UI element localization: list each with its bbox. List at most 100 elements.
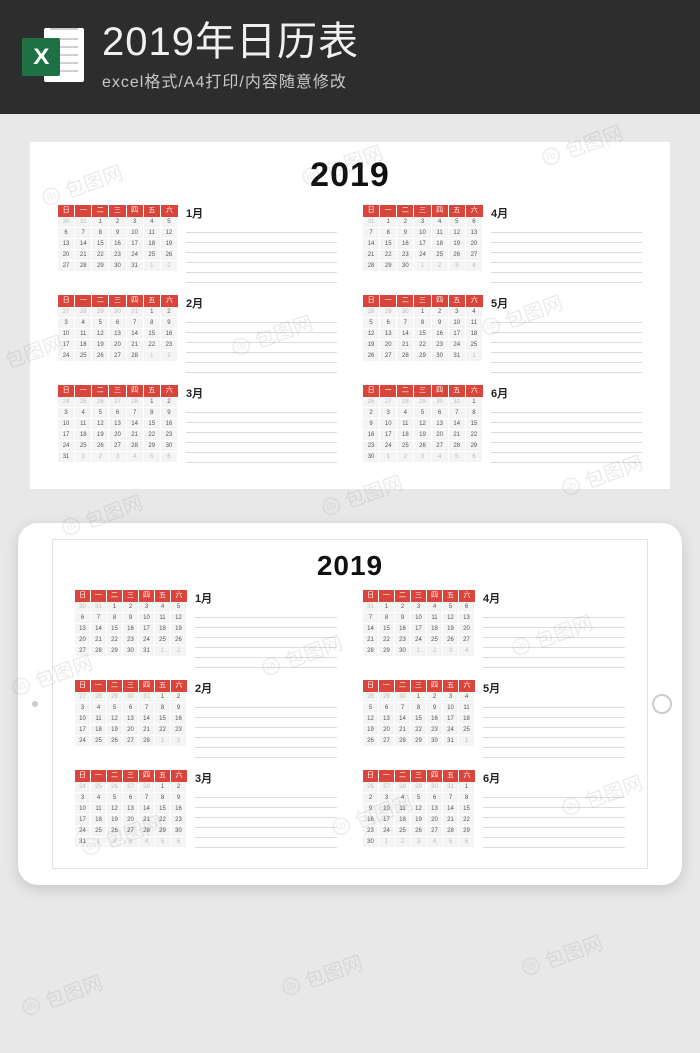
day-header: 四 [427, 680, 443, 692]
day-header: 一 [75, 205, 92, 217]
month-block: 日一二三四五六282930123456789101112131415161718… [363, 295, 642, 375]
month-notes: 4月 [491, 205, 642, 285]
month-block: 日一二三四五六282930123456789101112131415161718… [363, 680, 625, 760]
day-header: 五 [144, 205, 161, 217]
day-header: 三 [411, 770, 427, 782]
day-header: 三 [123, 590, 139, 602]
day-header: 四 [127, 205, 144, 217]
note-lines [483, 608, 625, 670]
left-column: 日一二三四五六303112345678910111213141516171819… [58, 205, 337, 465]
month-calendar: 日一二三四五六272829303112345678910111213141516… [75, 680, 187, 760]
day-header: 二 [107, 770, 123, 782]
day-header: 三 [411, 590, 427, 602]
day-header: 一 [75, 295, 92, 307]
day-header: 日 [363, 770, 379, 782]
day-header: 五 [449, 385, 466, 397]
day-header: 二 [92, 385, 109, 397]
day-header: 二 [107, 590, 123, 602]
day-header: 五 [443, 590, 459, 602]
month-calendar: 日一二三四五六262728293031123456789101112131415… [363, 385, 483, 465]
month-label: 2月 [195, 680, 337, 696]
day-header: 一 [379, 680, 395, 692]
day-header: 三 [414, 205, 431, 217]
month-calendar: 日一二三四五六303112345678910111213141516171819… [75, 590, 187, 670]
day-header: 四 [432, 295, 449, 307]
day-header: 六 [459, 590, 475, 602]
day-header: 六 [466, 205, 483, 217]
day-header: 四 [127, 385, 144, 397]
month-calendar: 日一二三四五六303112345678910111213141516171819… [58, 205, 178, 285]
day-header: 一 [379, 770, 395, 782]
day-header: 二 [107, 680, 123, 692]
month-block: 日一二三四五六262728293031123456789101112131415… [363, 770, 625, 850]
day-header: 三 [123, 770, 139, 782]
month-calendar: 日一二三四五六282930123456789101112131415161718… [363, 295, 483, 375]
day-header: 五 [449, 205, 466, 217]
right-column: 日一二三四五六311234567891011121314151617181920… [363, 590, 625, 850]
note-lines [195, 788, 337, 850]
day-header: 二 [395, 770, 411, 782]
year-heading: 2019 [75, 550, 625, 582]
month-calendar: 日一二三四五六272829303112345678910111213141516… [58, 295, 178, 375]
month-notes: 1月 [195, 590, 337, 670]
excel-icon: X [22, 24, 84, 86]
day-header: 一 [380, 295, 397, 307]
day-header: 二 [397, 385, 414, 397]
month-calendar: 日一二三四五六311234567891011121314151617181920… [363, 205, 483, 285]
note-lines [195, 608, 337, 670]
month-block: 日一二三四五六303112345678910111213141516171819… [58, 205, 337, 285]
month-label: 5月 [491, 295, 642, 311]
day-header: 六 [161, 295, 178, 307]
day-header: 五 [144, 385, 161, 397]
month-calendar: 日一二三四五六242526272812345678910111213141516… [75, 770, 187, 850]
month-label: 4月 [483, 590, 625, 606]
right-column: 日一二三四五六311234567891011121314151617181920… [363, 205, 642, 465]
day-header: 日 [75, 770, 91, 782]
day-header: 五 [443, 770, 459, 782]
day-header: 三 [414, 385, 431, 397]
month-block: 日一二三四五六272829303112345678910111213141516… [75, 680, 337, 760]
day-header: 三 [123, 680, 139, 692]
month-block: 日一二三四五六262728293031123456789101112131415… [363, 385, 642, 465]
day-header: 二 [395, 590, 411, 602]
note-lines [491, 403, 642, 465]
left-column: 日一二三四五六303112345678910111213141516171819… [75, 590, 337, 850]
month-label: 5月 [483, 680, 625, 696]
day-header: 日 [58, 295, 75, 307]
day-header: 四 [127, 295, 144, 307]
day-header: 四 [432, 205, 449, 217]
day-header: 三 [109, 295, 126, 307]
month-block: 日一二三四五六242526272812345678910111213141516… [58, 385, 337, 465]
month-notes: 3月 [186, 385, 337, 465]
day-header: 五 [443, 680, 459, 692]
year-heading: 2019 [58, 156, 642, 195]
day-header: 二 [92, 295, 109, 307]
day-header: 四 [427, 590, 443, 602]
note-lines [483, 698, 625, 760]
excel-badge-letter: X [33, 44, 49, 70]
month-notes: 4月 [483, 590, 625, 670]
day-header: 日 [363, 205, 380, 217]
month-notes: 1月 [186, 205, 337, 285]
note-lines [186, 223, 337, 285]
month-calendar: 日一二三四五六262728293031123456789101112131415… [363, 770, 475, 850]
day-header: 五 [449, 295, 466, 307]
day-header: 日 [363, 680, 379, 692]
day-header: 三 [109, 205, 126, 217]
day-header: 一 [91, 770, 107, 782]
day-header: 日 [363, 295, 380, 307]
month-calendar: 日一二三四五六311234567891011121314151617181920… [363, 590, 475, 670]
day-header: 六 [466, 385, 483, 397]
month-notes: 5月 [491, 295, 642, 375]
preview-sheet-1: 2019 日一二三四五六3031123456789101112131415161… [30, 142, 670, 489]
month-label: 3月 [195, 770, 337, 786]
month-label: 3月 [186, 385, 337, 401]
page-header: X 2019年日历表 excel格式/A4打印/内容随意修改 [0, 0, 700, 114]
month-block: 日一二三四五六311234567891011121314151617181920… [363, 205, 642, 285]
day-header: 一 [380, 385, 397, 397]
day-header: 二 [397, 295, 414, 307]
month-label: 1月 [186, 205, 337, 221]
day-header: 六 [171, 680, 187, 692]
month-notes: 2月 [186, 295, 337, 375]
month-block: 日一二三四五六311234567891011121314151617181920… [363, 590, 625, 670]
